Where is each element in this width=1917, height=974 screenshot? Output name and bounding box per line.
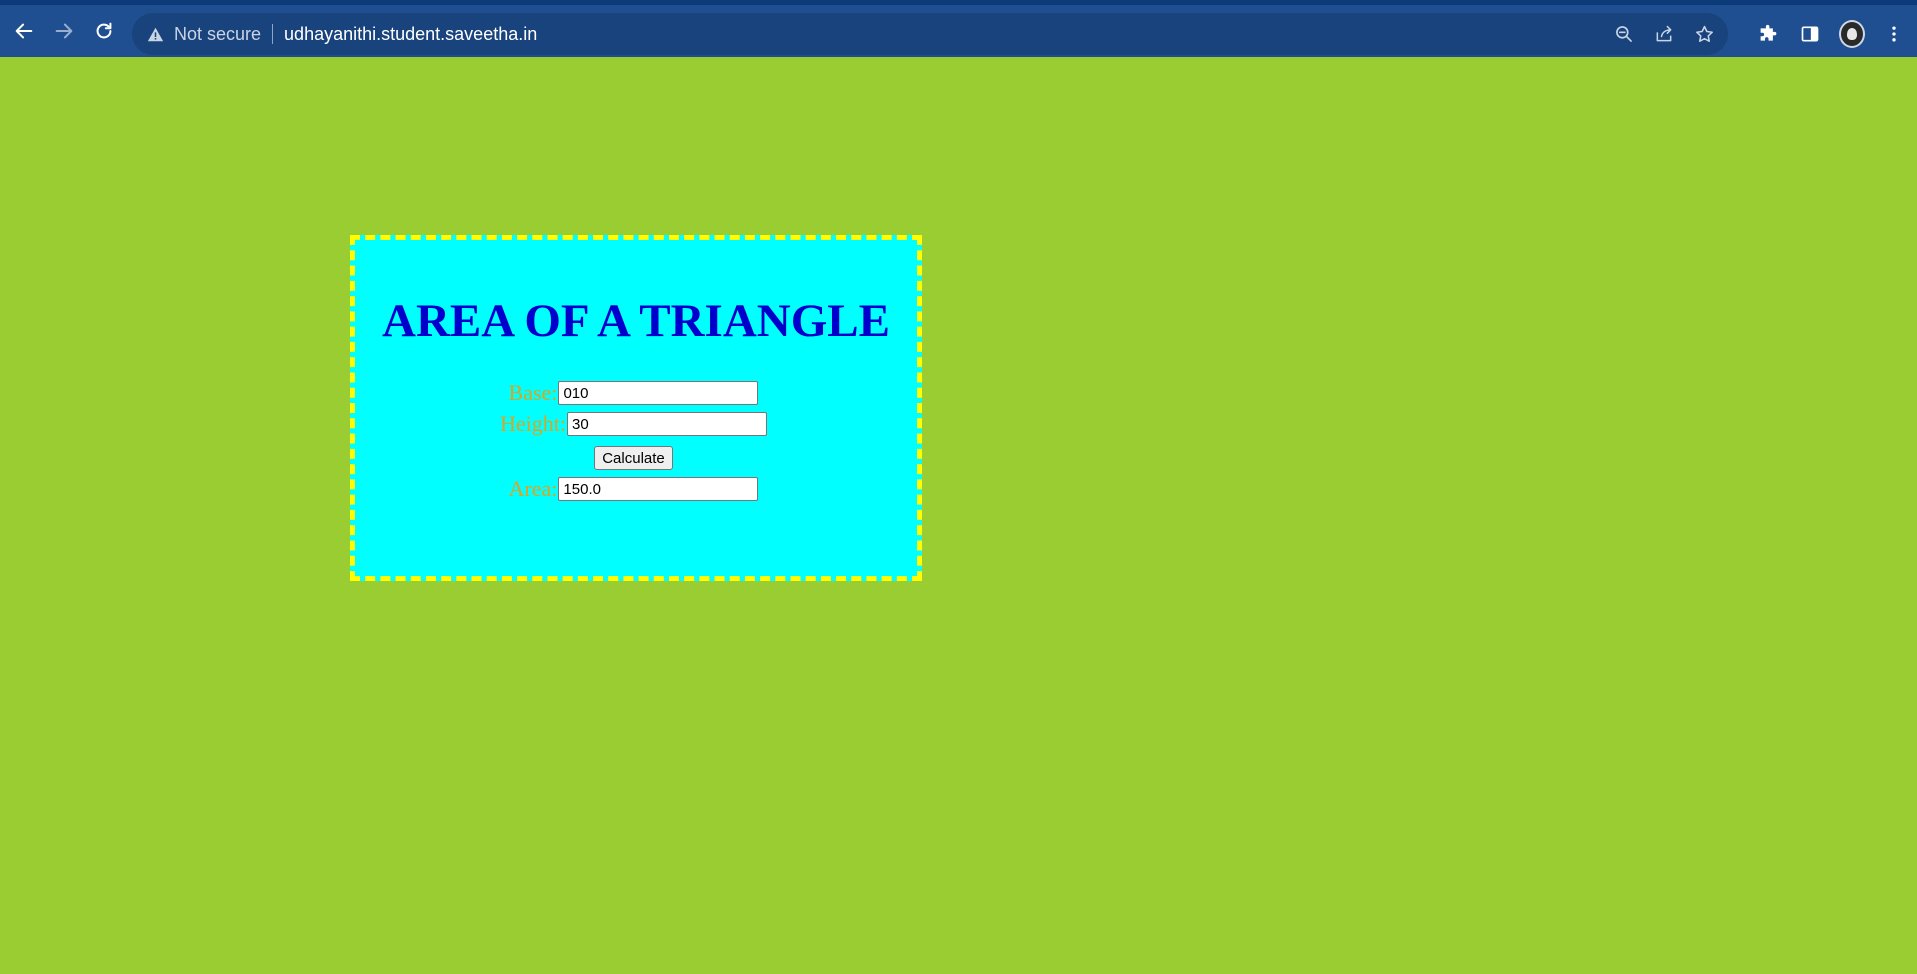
area-label: Area: bbox=[508, 476, 558, 501]
arrow-right-icon bbox=[55, 23, 73, 39]
kebab-menu-icon[interactable] bbox=[1881, 21, 1907, 47]
forward-button[interactable] bbox=[46, 13, 82, 49]
reload-button[interactable] bbox=[86, 13, 122, 49]
triangle-area-form-card: AREA OF A TRIANGLE Base: Height: Calcula… bbox=[350, 235, 922, 581]
star-icon[interactable] bbox=[1692, 22, 1716, 46]
url-text[interactable]: udhayanithi.student.saveetha.in bbox=[284, 24, 537, 45]
calculate-button[interactable]: Calculate bbox=[594, 446, 673, 470]
security-status[interactable]: Not secure bbox=[174, 24, 261, 45]
height-row: Height: bbox=[350, 412, 917, 436]
area-row: Area: bbox=[350, 477, 917, 501]
back-button[interactable] bbox=[6, 13, 42, 49]
page-title: AREA OF A TRIANGLE bbox=[382, 295, 890, 347]
base-input[interactable] bbox=[558, 381, 759, 405]
base-label: Base: bbox=[508, 380, 558, 405]
omnibox-separator bbox=[272, 24, 274, 44]
avatar[interactable] bbox=[1839, 20, 1865, 48]
zoom-out-icon[interactable] bbox=[1612, 22, 1636, 46]
height-input[interactable] bbox=[567, 412, 767, 436]
arrow-left-icon bbox=[15, 23, 33, 39]
area-output[interactable] bbox=[558, 477, 759, 501]
address-bar[interactable]: Not secure udhayanithi.student.saveetha.… bbox=[132, 13, 1728, 55]
side-panel-icon[interactable] bbox=[1797, 21, 1823, 47]
reload-icon bbox=[96, 22, 112, 39]
calculate-row: Calculate bbox=[350, 446, 917, 470]
browser-toolbar: Not secure udhayanithi.student.saveetha.… bbox=[0, 0, 1917, 57]
base-row: Base: bbox=[350, 381, 917, 405]
puzzle-icon[interactable] bbox=[1755, 21, 1781, 47]
share-icon[interactable] bbox=[1652, 22, 1676, 46]
warning-triangle-icon[interactable] bbox=[146, 25, 164, 43]
height-label: Height: bbox=[500, 411, 566, 436]
